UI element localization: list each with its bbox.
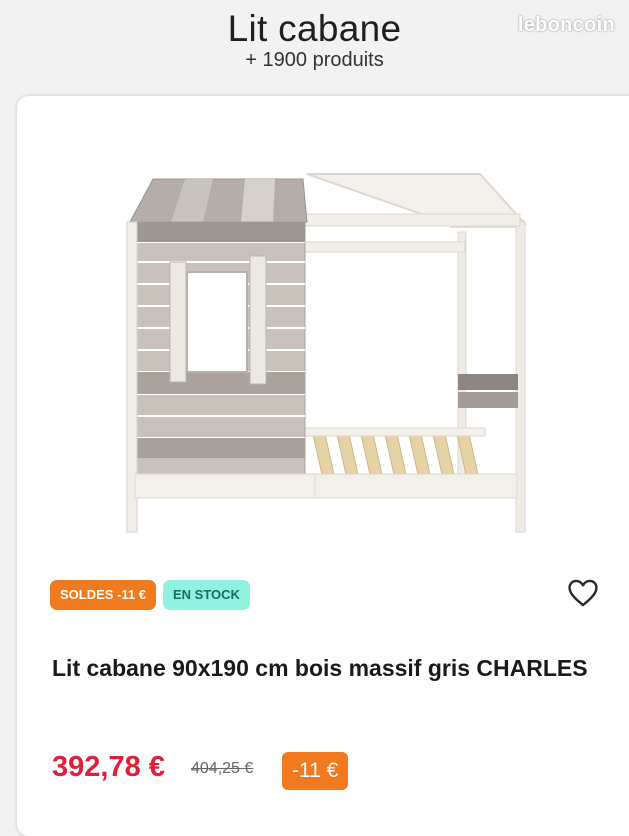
current-price: 392,78 € — [52, 751, 165, 783]
heart-icon[interactable] — [566, 576, 600, 610]
discount-tag: -11 € — [282, 752, 349, 790]
leboncoin-watermark: leboncoin — [517, 14, 615, 36]
product-count: + 1900 produits — [245, 49, 384, 71]
old-price: 404,25 € — [191, 760, 254, 777]
page-header: Lit cabane + 1900 produits leboncoin — [0, 0, 629, 96]
in-stock-badge: EN STOCK — [163, 580, 250, 610]
product-card[interactable]: SOLDES -11 € EN STOCK Lit cabane 90x190 … — [17, 96, 629, 836]
bunk-bed-cabin-image[interactable] — [125, 134, 545, 539]
product-name[interactable]: Lit cabane 90x190 cm bois massif gris CH… — [52, 651, 592, 685]
sale-badge: SOLDES -11 € — [50, 580, 156, 610]
